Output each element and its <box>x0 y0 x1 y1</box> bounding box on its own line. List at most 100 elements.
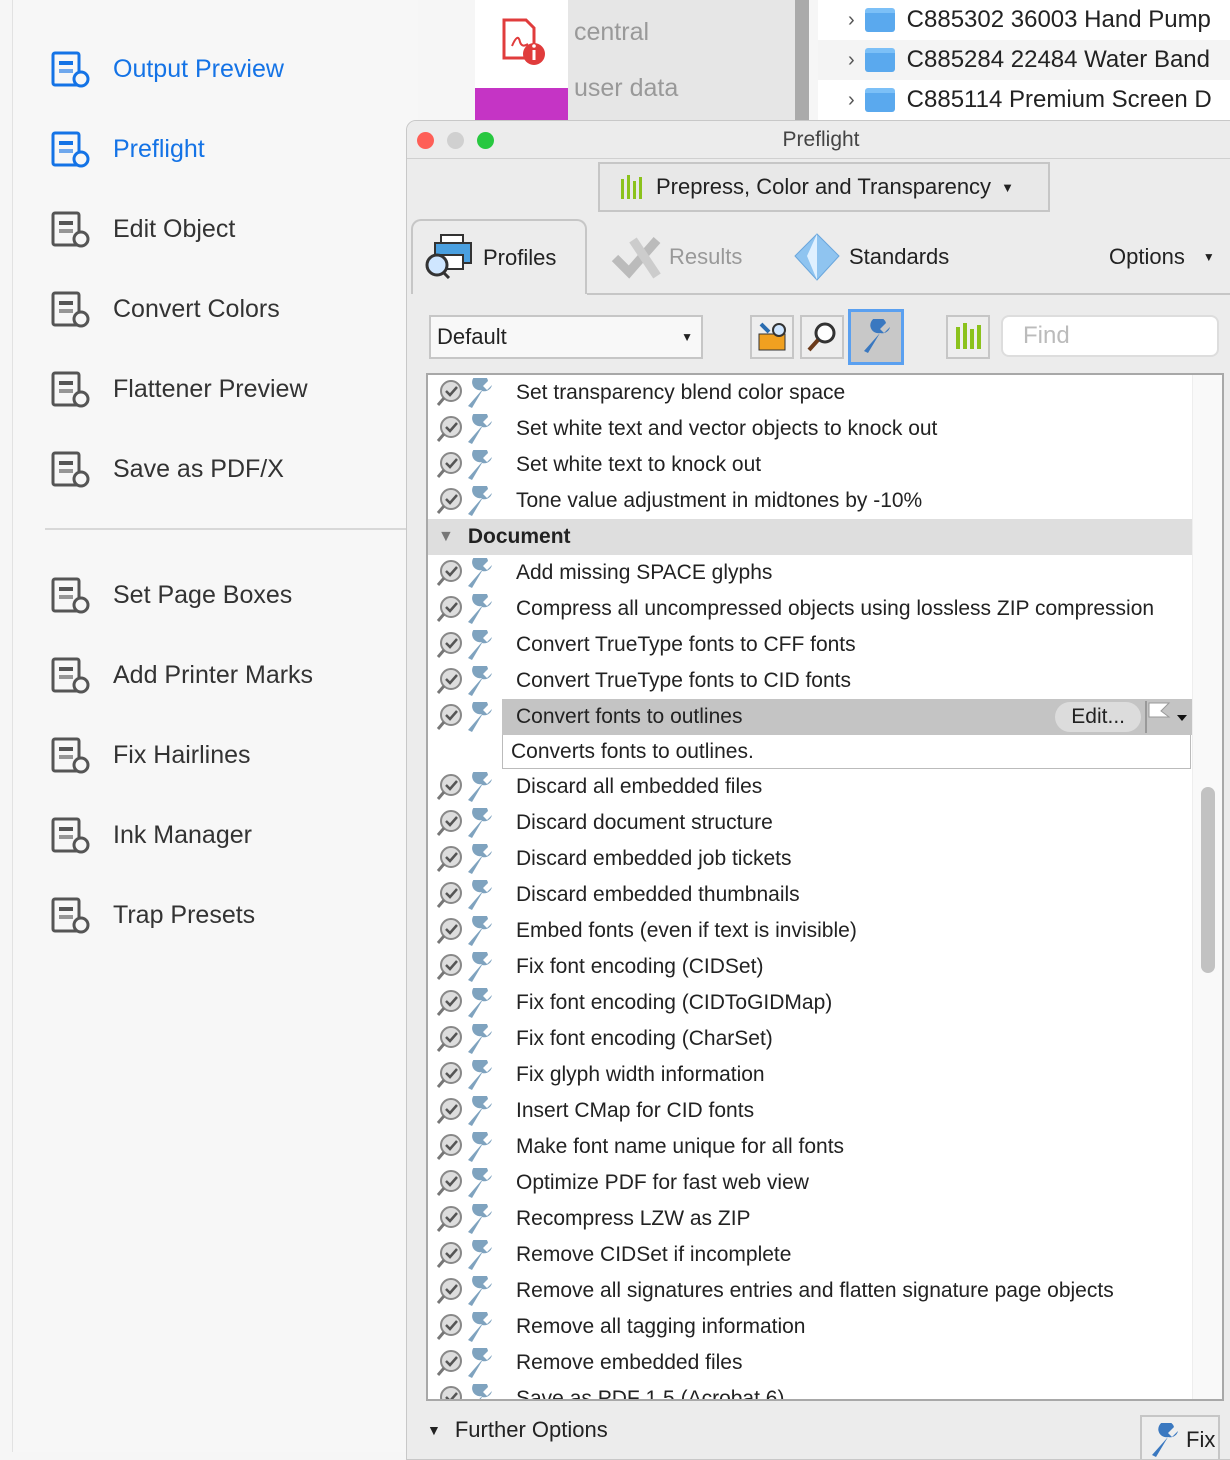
wrench-icon <box>464 772 494 802</box>
tool-edit-object[interactable]: Edit Object <box>45 204 235 254</box>
library-label: Prepress, Color and Transparency <box>656 174 992 199</box>
check-magnifier-icon <box>434 1312 464 1342</box>
fixup-row[interactable]: Fix font encoding (CharSet) <box>428 1021 1193 1057</box>
tool-flattener-preview[interactable]: Flattener Preview <box>45 364 308 414</box>
tool-add-printer-marks[interactable]: Add Printer Marks <box>45 650 313 700</box>
checks-search-button[interactable] <box>800 315 844 359</box>
fixup-label: Optimize PDF for fast web view <box>516 1171 809 1194</box>
close-button[interactable] <box>417 132 434 149</box>
tool-label: Fix Hairlines <box>113 740 251 769</box>
fixup-row[interactable]: Discard document structure <box>428 805 1193 841</box>
tool-label: Save as PDF/X <box>113 454 284 483</box>
results-check-icon <box>611 236 661 279</box>
fixup-row[interactable]: Fix font encoding (CIDToGIDMap) <box>428 985 1193 1021</box>
tool-ink-manager[interactable]: Ink Manager <box>45 810 252 860</box>
find-input[interactable]: Find <box>1001 315 1219 357</box>
chevron-down-icon: ▼ <box>1202 249 1215 264</box>
library-dropdown[interactable]: Prepress, Color and Transparency ▼ <box>598 162 1050 212</box>
tool-label: Output Preview <box>113 54 284 83</box>
fixup-description: Converts fonts to outlines. <box>502 735 1191 769</box>
fixup-row[interactable]: Convert TrueType fonts to CID fonts <box>428 663 1193 699</box>
tool-fix-hairlines[interactable]: Fix Hairlines <box>45 730 251 780</box>
checks-button[interactable] <box>750 315 794 359</box>
fixup-row[interactable]: Save as PDF 1.5 (Acrobat 6) <box>428 1381 1193 1401</box>
flag-dropdown[interactable] <box>1145 701 1189 733</box>
check-magnifier-icon <box>434 952 464 982</box>
fixup-row[interactable]: Discard embedded job tickets <box>428 841 1193 877</box>
library-button[interactable] <box>946 315 990 359</box>
minimize-button[interactable] <box>447 132 464 149</box>
fixup-row[interactable]: Set white text to knock out <box>428 447 1193 483</box>
tool-preflight[interactable]: Preflight <box>45 124 205 174</box>
fixup-label: Remove embedded files <box>516 1351 743 1374</box>
scrollbar-thumb[interactable] <box>1201 787 1215 973</box>
fixup-label: Fix font encoding (CIDSet) <box>516 955 764 978</box>
wrench-icon <box>464 1096 494 1126</box>
tool-label: Trap Presets <box>113 900 256 929</box>
tab-label: Results <box>669 243 743 269</box>
fixup-row[interactable]: Discard embedded thumbnails <box>428 877 1193 913</box>
fixup-row[interactable]: Make font name unique for all fonts <box>428 1129 1193 1165</box>
fixup-row[interactable]: Insert CMap for CID fonts <box>428 1093 1193 1129</box>
section-header[interactable]: ▼ Document <box>428 519 1193 555</box>
tool-convert-colors[interactable]: Convert Colors <box>45 284 280 334</box>
fixup-row[interactable]: Remove embedded files <box>428 1345 1193 1381</box>
fixup-row[interactable]: Remove CIDSet if incomplete <box>428 1237 1193 1273</box>
wrench-icon <box>464 1204 494 1234</box>
fixup-row[interactable]: Embed fonts (even if text is invisible) <box>428 913 1193 949</box>
fixup-row[interactable]: Set white text and vector objects to kno… <box>428 411 1193 447</box>
fixup-row[interactable]: Add missing SPACE glyphs <box>428 555 1193 591</box>
tool-trap-presets[interactable]: Trap Presets <box>45 890 255 940</box>
check-magnifier-icon <box>434 1204 464 1234</box>
folder-name: C885284 22484 Water Band <box>906 46 1210 73</box>
folder-row[interactable]: › C885302 36003 Hand Pump <box>818 0 1230 40</box>
folder-icon <box>864 8 895 32</box>
fixup-row[interactable]: Fix font encoding (CIDSet) <box>428 949 1193 985</box>
fixup-row[interactable]: Convert TrueType fonts to CFF fonts <box>428 627 1193 663</box>
fix-button[interactable]: Fix <box>1140 1415 1220 1459</box>
chevron-right-icon[interactable]: › <box>848 89 855 112</box>
set-page-boxes-icon <box>45 573 93 617</box>
wrench-icon <box>464 1024 494 1054</box>
tab-results[interactable]: Results <box>611 219 742 294</box>
fixup-row[interactable]: Set transparency blend color space <box>428 375 1193 411</box>
further-options-label: Further Options <box>454 1417 608 1442</box>
fixup-row[interactable]: Remove all signatures entries and flatte… <box>428 1273 1193 1309</box>
fixup-row[interactable]: Convert fonts to outlines Edit... <box>428 699 1193 735</box>
further-options-toggle[interactable]: ▼ Further Options <box>427 1417 608 1443</box>
check-magnifier-icon <box>434 450 464 480</box>
tool-set-page-boxes[interactable]: Set Page Boxes <box>45 570 292 620</box>
fixup-row[interactable]: Optimize PDF for fast web view <box>428 1165 1193 1201</box>
tool-output-preview[interactable]: Output Preview <box>45 44 284 94</box>
fixup-label: Set transparency blend color space <box>516 381 846 404</box>
fixup-row[interactable]: Recompress LZW as ZIP <box>428 1201 1193 1237</box>
fixup-row[interactable]: Remove all tagging information <box>428 1309 1193 1345</box>
fixup-row[interactable]: Discard all embedded files <box>428 769 1193 805</box>
chevron-right-icon[interactable]: › <box>848 49 855 72</box>
check-magnifier-icon <box>434 414 464 444</box>
folder-row[interactable]: › C885114 Premium Screen D <box>818 80 1230 120</box>
chevron-right-icon[interactable]: › <box>848 9 855 32</box>
tab-standards[interactable]: Standards <box>793 219 949 294</box>
list-scrollbar[interactable] <box>1192 375 1222 1399</box>
folder-row[interactable]: › C885284 22484 Water Band <box>818 40 1230 80</box>
check-magnifier-icon <box>434 1240 464 1270</box>
fixup-row[interactable]: Fix glyph width information <box>428 1057 1193 1093</box>
fixups-button[interactable] <box>848 309 904 365</box>
fixup-label: Convert TrueType fonts to CID fonts <box>516 669 851 692</box>
profile-filter-select[interactable]: Default ▼ <box>429 315 703 359</box>
fixup-label: Embed fonts (even if text is invisible) <box>516 919 857 942</box>
fixup-label: Remove all tagging information <box>516 1315 806 1338</box>
fixup-label: Discard embedded thumbnails <box>516 883 800 906</box>
fixup-label: Save as PDF 1.5 (Acrobat 6) <box>516 1387 785 1401</box>
wrench-icon <box>464 988 494 1018</box>
tab-profiles[interactable]: Profiles <box>411 219 587 294</box>
fixup-row[interactable]: Compress all uncompressed objects using … <box>428 591 1193 627</box>
fixup-row[interactable]: Tone value adjustment in midtones by -10… <box>428 483 1193 519</box>
zoom-button[interactable] <box>477 132 494 149</box>
trap-presets-icon <box>45 893 93 937</box>
options-menu[interactable]: Options ▼ <box>1109 219 1215 294</box>
check-magnifier-icon <box>434 1168 464 1198</box>
edit-button[interactable]: Edit... <box>1055 702 1141 732</box>
tool-save-as-pdf-x[interactable]: Save as PDF/X <box>45 444 284 494</box>
